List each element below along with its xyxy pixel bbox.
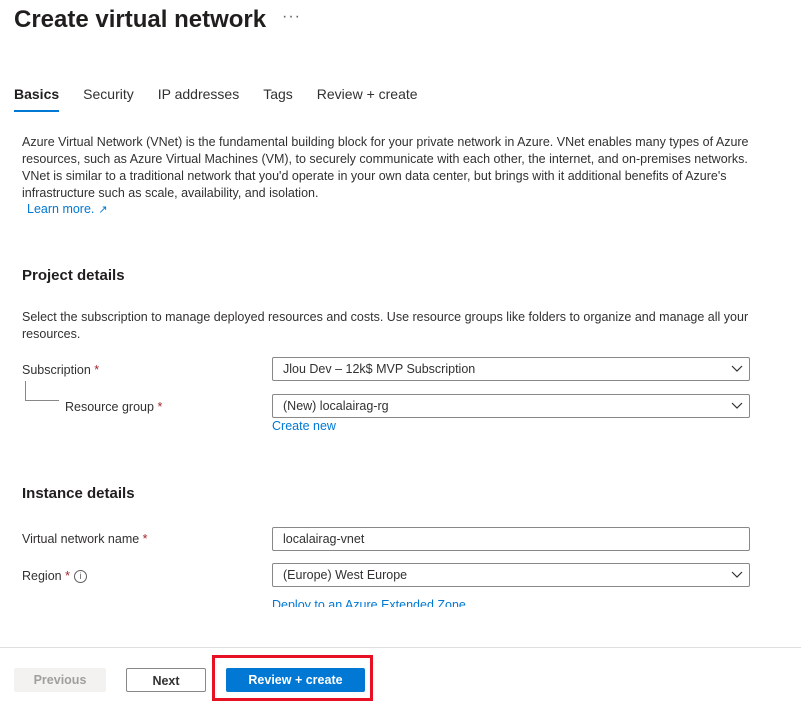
extended-zone-link-clip: Deploy to an Azure Extended Zone bbox=[272, 598, 572, 607]
project-details-heading: Project details bbox=[22, 267, 125, 284]
learn-more-link[interactable]: Learn more. ↗ bbox=[27, 202, 108, 216]
vnet-name-input[interactable] bbox=[272, 527, 750, 551]
chevron-down-icon bbox=[731, 571, 743, 578]
more-options-icon[interactable]: ··· bbox=[282, 8, 301, 26]
region-label-text: Region bbox=[22, 569, 62, 583]
tree-connector-horizontal bbox=[25, 400, 59, 401]
info-icon[interactable]: i bbox=[73, 570, 87, 584]
region-label: Region * i bbox=[22, 569, 87, 584]
extended-zone-link[interactable]: Deploy to an Azure Extended Zone bbox=[272, 598, 572, 607]
chevron-down-icon bbox=[731, 402, 743, 409]
tab-review-create[interactable]: Review + create bbox=[317, 86, 418, 112]
vnet-name-label-text: Virtual network name bbox=[22, 532, 140, 546]
required-marker: * bbox=[94, 363, 100, 377]
chevron-down-icon bbox=[731, 365, 743, 372]
highlight-box bbox=[212, 655, 373, 701]
vnet-name-label: Virtual network name * bbox=[22, 532, 148, 546]
create-new-link[interactable]: Create new bbox=[272, 419, 336, 433]
external-link-icon: ↗ bbox=[98, 204, 108, 216]
learn-more-label: Learn more. bbox=[27, 202, 95, 216]
tab-basics[interactable]: Basics bbox=[14, 86, 60, 112]
subscription-value: Jlou Dev – 12k$ MVP Subscription bbox=[283, 362, 476, 376]
page-title: Create virtual network bbox=[14, 6, 267, 33]
required-marker: * bbox=[142, 532, 148, 546]
tab-tags[interactable]: Tags bbox=[263, 86, 293, 112]
region-value: (Europe) West Europe bbox=[283, 568, 408, 582]
subscription-dropdown[interactable]: Jlou Dev – 12k$ MVP Subscription bbox=[272, 357, 750, 381]
required-marker: * bbox=[65, 569, 70, 583]
intro-text: Azure Virtual Network (VNet) is the fund… bbox=[22, 135, 749, 200]
footer-divider bbox=[0, 647, 801, 648]
resource-group-dropdown[interactable]: (New) localairag-rg bbox=[272, 394, 750, 418]
resource-group-value: (New) localairag-rg bbox=[283, 399, 389, 413]
instance-details-heading: Instance details bbox=[22, 485, 135, 502]
subscription-label: Subscription * bbox=[22, 363, 99, 377]
next-button[interactable]: Next bbox=[126, 668, 206, 692]
subscription-label-text: Subscription bbox=[22, 363, 91, 377]
resource-group-label-text: Resource group bbox=[65, 400, 154, 414]
resource-group-label: Resource group * bbox=[65, 400, 162, 414]
region-dropdown[interactable]: (Europe) West Europe bbox=[272, 563, 750, 587]
tab-security[interactable]: Security bbox=[83, 86, 134, 112]
previous-button[interactable]: Previous bbox=[14, 668, 106, 692]
required-marker: * bbox=[157, 400, 163, 414]
tab-bar: Basics Security IP addresses Tags Review… bbox=[14, 86, 418, 112]
tree-connector-vertical bbox=[25, 381, 26, 400]
tab-ip-addresses[interactable]: IP addresses bbox=[158, 86, 239, 112]
project-details-description: Select the subscription to manage deploy… bbox=[22, 310, 749, 341]
